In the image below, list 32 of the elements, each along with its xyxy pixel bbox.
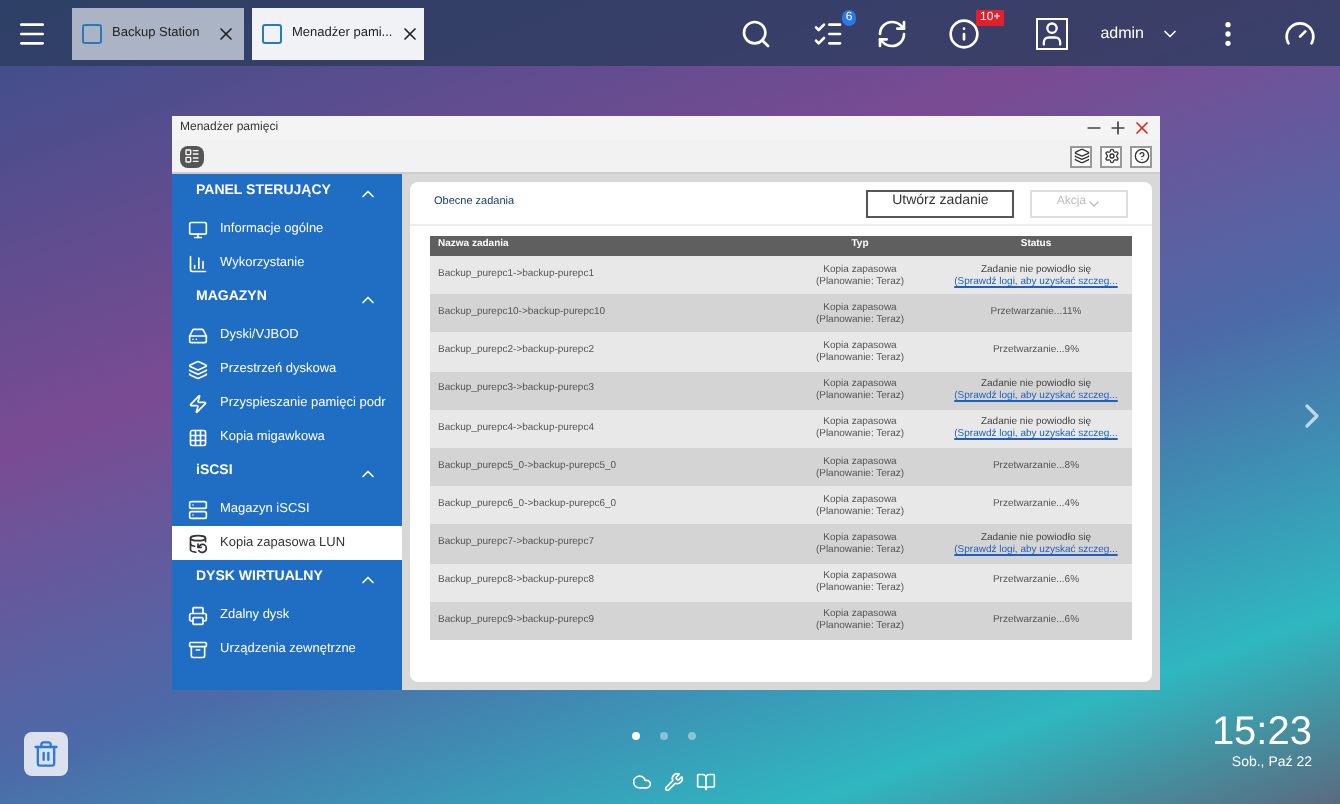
menu-icon[interactable]	[16, 17, 48, 49]
item-icon	[188, 253, 208, 273]
cloud-icon[interactable]	[632, 772, 652, 792]
recycle-bin-icon[interactable]	[24, 732, 68, 776]
item-icon	[188, 605, 208, 625]
sync-icon[interactable]	[876, 17, 909, 49]
search-icon[interactable]	[740, 17, 773, 49]
item-icon	[188, 499, 208, 519]
close-icon[interactable]	[400, 23, 421, 43]
item-icon	[188, 393, 208, 413]
snapshot-button[interactable]	[1070, 145, 1092, 167]
item-icon	[188, 533, 208, 553]
toggle-panel-button[interactable]	[180, 145, 204, 167]
gauge-icon[interactable]	[1284, 17, 1316, 49]
item-icon	[188, 359, 208, 379]
maximize-icon[interactable]	[1108, 118, 1128, 138]
item-icon	[188, 325, 208, 345]
item-icon	[188, 427, 208, 447]
help-button[interactable]	[1130, 145, 1152, 167]
wrench-icon[interactable]	[664, 772, 684, 792]
app-icon	[260, 21, 284, 45]
item-icon	[188, 639, 208, 659]
app-icon	[80, 21, 104, 45]
user-icon[interactable]	[1036, 17, 1069, 49]
item-icon	[188, 219, 208, 239]
tasks-icon[interactable]	[812, 17, 845, 49]
close-icon[interactable]	[216, 23, 236, 43]
settings-button[interactable]	[1100, 145, 1122, 167]
info-icon[interactable]	[948, 17, 981, 49]
book-icon[interactable]	[696, 772, 716, 792]
user-menu[interactable]: admin	[1100, 21, 1144, 45]
clock-time: 15:23	[1211, 710, 1312, 754]
